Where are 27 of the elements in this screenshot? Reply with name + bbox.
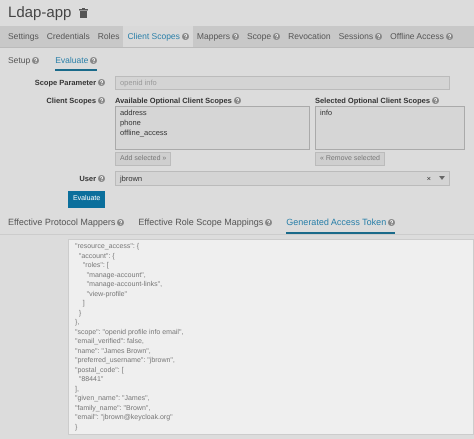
page-title: Ldap-app bbox=[8, 4, 72, 22]
help-icon bbox=[432, 96, 440, 104]
tab[interactable]: Client Scopes bbox=[123, 26, 193, 47]
result-tab[interactable]: Effective Protocol Mappers bbox=[8, 212, 124, 234]
tab[interactable]: Offline Access bbox=[386, 26, 457, 47]
help-icon bbox=[32, 56, 40, 64]
help-icon bbox=[117, 218, 124, 226]
subtab[interactable]: Setup bbox=[8, 52, 40, 70]
tab[interactable]: Sessions bbox=[334, 26, 386, 47]
tab[interactable]: Mappers bbox=[192, 26, 243, 47]
help-icon bbox=[98, 175, 105, 182]
tab[interactable]: Credentials bbox=[42, 26, 94, 47]
trash-icon[interactable] bbox=[79, 8, 88, 18]
result-tab[interactable]: Effective Role Scope Mappings bbox=[138, 212, 272, 234]
caret-icon[interactable] bbox=[439, 176, 445, 182]
tab[interactable]: Roles bbox=[94, 26, 124, 47]
help-icon bbox=[388, 218, 396, 226]
tab[interactable]: Scope bbox=[242, 26, 284, 47]
help-icon bbox=[90, 56, 98, 64]
help-icon bbox=[234, 96, 241, 104]
help-icon bbox=[98, 96, 105, 104]
result-tab[interactable]: Generated Access Token bbox=[286, 212, 396, 234]
help-icon bbox=[98, 78, 105, 86]
subtab[interactable]: Evaluate bbox=[55, 52, 98, 70]
tab[interactable]: Settings bbox=[4, 26, 43, 47]
help-icon bbox=[265, 218, 272, 226]
tab[interactable]: Revocation bbox=[284, 26, 335, 47]
